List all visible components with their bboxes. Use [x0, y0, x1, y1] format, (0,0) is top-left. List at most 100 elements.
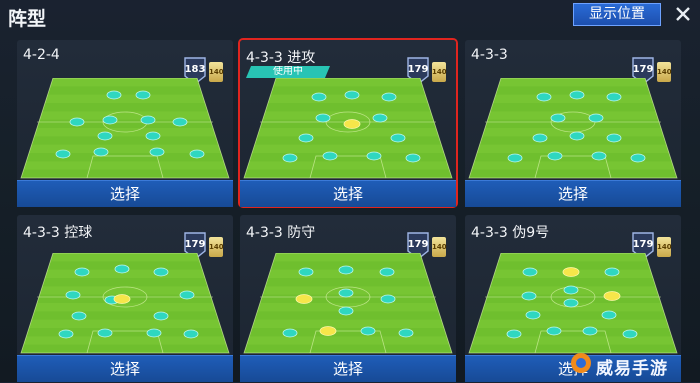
formation-card-4-3-3-attack[interactable]: 4-3-3 进攻 使用中 179 140 选择 — [240, 40, 456, 207]
player-marker — [282, 153, 298, 163]
player-marker — [381, 92, 397, 102]
player-marker-highlighted — [113, 294, 131, 304]
player-marker — [145, 131, 161, 141]
player-marker — [114, 264, 130, 274]
player-marker — [405, 153, 421, 163]
player-marker — [606, 133, 622, 143]
player-marker — [106, 90, 122, 100]
player-marker — [532, 133, 548, 143]
rating-value: 179 — [632, 64, 654, 75]
player-marker — [563, 298, 579, 308]
formation-card-4-3-3-defend[interactable]: 4-3-3 防守 179 140 选择 — [240, 215, 456, 382]
formation-name: 4-3-3 — [471, 47, 508, 63]
watermark-text: 威易手游 — [596, 359, 668, 379]
player-marker — [569, 131, 585, 141]
player-marker — [372, 113, 388, 123]
player-marker — [315, 113, 331, 123]
formation-name: 4-3-3 控球 — [23, 225, 93, 241]
player-marker — [172, 117, 188, 127]
close-button[interactable] — [671, 2, 695, 26]
player-marker — [569, 90, 585, 100]
player-marker — [71, 311, 87, 321]
player-marker — [97, 328, 113, 338]
player-marker — [69, 117, 85, 127]
player-marker — [398, 328, 414, 338]
player-marker — [338, 288, 354, 298]
select-button[interactable]: 选择 — [17, 355, 233, 382]
select-button[interactable]: 选择 — [240, 355, 456, 382]
player-marker — [153, 267, 169, 277]
player-marker — [582, 326, 598, 336]
player-marker — [146, 328, 162, 338]
select-button[interactable]: 选择 — [240, 180, 456, 207]
rating-value: 179 — [184, 239, 206, 250]
player-marker — [546, 326, 562, 336]
player-marker — [563, 285, 579, 295]
formation-name: 4-3-3 伪9号 — [471, 225, 550, 241]
player-marker — [338, 265, 354, 275]
player-marker — [606, 92, 622, 102]
player-marker — [588, 113, 604, 123]
player-marker — [74, 267, 90, 277]
player-marker — [380, 294, 396, 304]
rating-value: 179 — [632, 239, 654, 250]
player-marker — [522, 267, 538, 277]
player-marker — [153, 311, 169, 321]
select-button[interactable]: 选择 — [17, 180, 233, 207]
player-marker — [183, 329, 199, 339]
formation-name: 4-3-3 进攻 — [246, 50, 316, 66]
select-button[interactable]: 选择 — [465, 180, 681, 207]
formation-pitch — [240, 253, 456, 355]
player-marker — [521, 291, 537, 301]
player-marker — [322, 151, 338, 161]
player-marker — [344, 90, 360, 100]
page-title: 阵型 — [8, 8, 47, 30]
formation-card-4-3-3-possession[interactable]: 4-3-3 控球 179 140 选择 — [17, 215, 233, 382]
formation-pitch — [465, 78, 681, 180]
player-marker — [601, 310, 617, 320]
player-marker — [311, 92, 327, 102]
player-marker — [536, 92, 552, 102]
player-marker — [622, 329, 638, 339]
player-marker — [58, 329, 74, 339]
player-marker — [189, 149, 205, 159]
formation-card-4-2-4[interactable]: 4-2-4 183 140 选择 — [17, 40, 233, 207]
formation-pitch — [465, 253, 681, 355]
player-marker — [65, 290, 81, 300]
player-marker — [525, 310, 541, 320]
player-marker-highlighted — [319, 326, 337, 336]
player-marker-highlighted — [562, 267, 580, 277]
watermark-logo-icon — [571, 353, 591, 373]
player-marker — [550, 113, 566, 123]
rating-value: 179 — [407, 239, 429, 250]
player-marker — [140, 115, 156, 125]
formation-pitch — [17, 253, 233, 355]
formation-pitch — [17, 78, 233, 180]
player-marker — [97, 131, 113, 141]
in-use-badge: 使用中 — [246, 66, 330, 78]
show-position-button[interactable]: 显示位置 — [573, 3, 661, 26]
player-marker — [591, 151, 607, 161]
rating-value: 179 — [407, 64, 429, 75]
player-marker-highlighted — [603, 291, 621, 301]
player-marker — [298, 267, 314, 277]
player-marker — [55, 149, 71, 159]
formation-name: 4-3-3 防守 — [246, 225, 316, 241]
player-marker — [338, 306, 354, 316]
formation-name: 4-2-4 — [23, 47, 60, 63]
player-marker — [179, 290, 195, 300]
player-marker — [390, 133, 406, 143]
player-marker — [360, 326, 376, 336]
top-bar: 阵型 显示位置 — [0, 0, 700, 34]
player-marker — [149, 147, 165, 157]
player-marker — [604, 267, 620, 277]
player-marker — [366, 151, 382, 161]
player-marker — [135, 90, 151, 100]
watermark: 威易手游 — [566, 348, 696, 380]
player-marker — [102, 115, 118, 125]
close-icon — [676, 7, 690, 21]
formation-card-4-3-3[interactable]: 4-3-3 179 140 选择 — [465, 40, 681, 207]
player-marker-highlighted — [343, 119, 361, 129]
player-marker — [547, 151, 563, 161]
rating-value: 183 — [184, 64, 206, 75]
